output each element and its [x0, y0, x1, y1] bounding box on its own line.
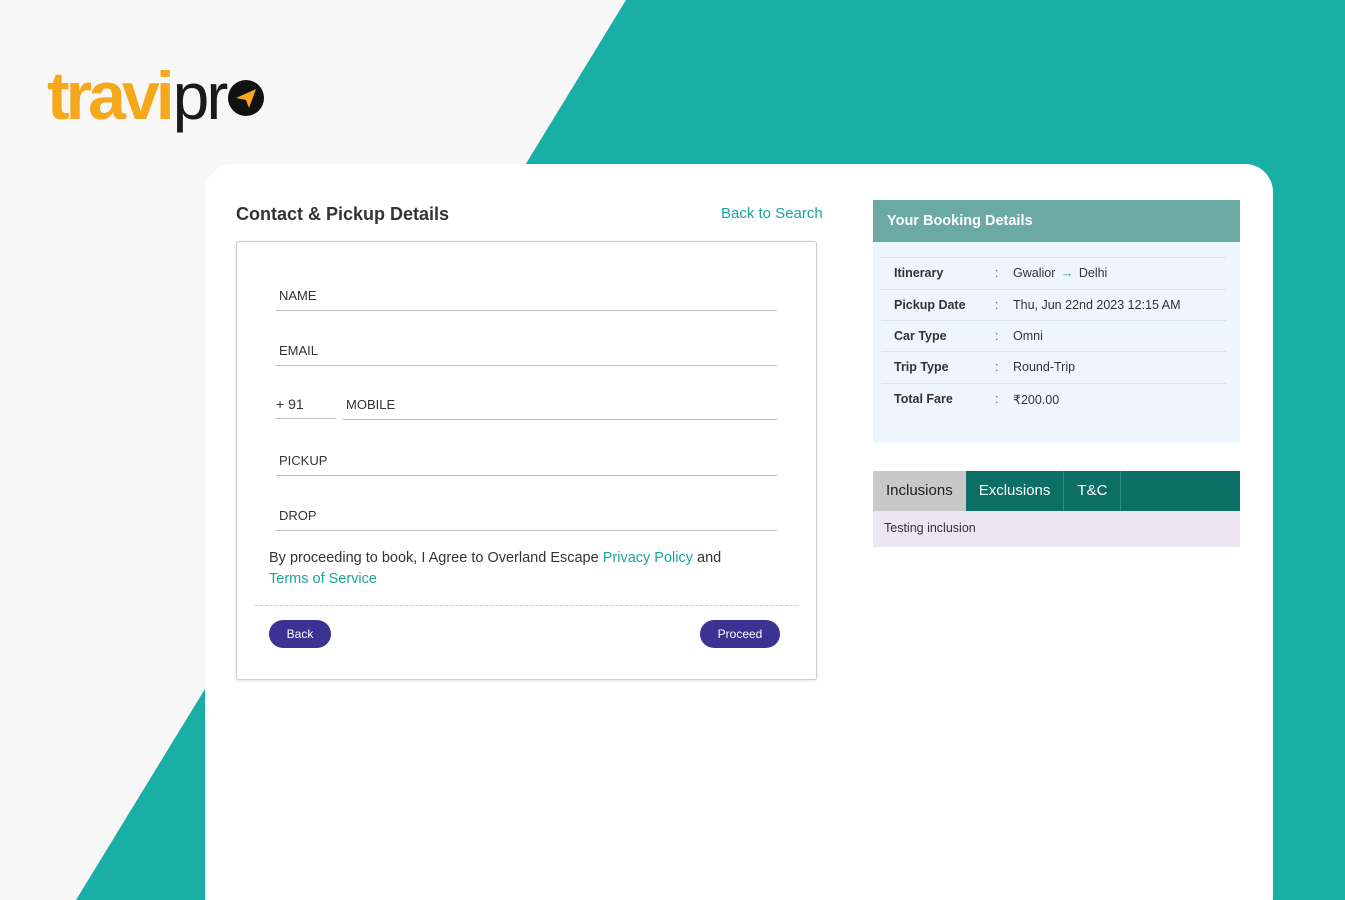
- booking-row-key: Trip Type: [894, 360, 949, 374]
- booking-row-separator: :: [995, 266, 999, 280]
- back-button[interactable]: Back: [269, 620, 331, 648]
- details-tabs: Inclusions Exclusions T&C: [873, 471, 1240, 511]
- agreement-and: and: [697, 550, 722, 566]
- tab-inclusions[interactable]: Inclusions: [873, 471, 966, 511]
- booking-row-value: ₹200.00: [1013, 393, 1060, 407]
- navigation-arrow-icon: [228, 80, 265, 116]
- booking-row-trip-type: Trip Type : Round-Trip: [881, 351, 1226, 383]
- agreement-text: By proceeding to book, I Agree to Overla…: [269, 548, 749, 590]
- travipro-logo: travi pr: [47, 62, 265, 142]
- booking-row-value: Gwalior → Delhi: [1013, 266, 1107, 280]
- booking-details-title: Your Booking Details: [873, 200, 1240, 242]
- booking-row-value: Thu, Jun 22nd 2023 12:15 AM: [1013, 298, 1181, 312]
- itinerary-to: Delhi: [1078, 266, 1108, 280]
- mobile-field: [343, 396, 777, 420]
- booking-row-separator: :: [995, 329, 999, 343]
- booking-row-key: Total Fare: [894, 392, 953, 406]
- contact-form: + 91 By proceeding to book, I Agree to O…: [236, 241, 817, 680]
- booking-row-key: Pickup Date: [894, 298, 966, 312]
- booking-row-total-fare: Total Fare : ₹200.00: [881, 383, 1226, 415]
- proceed-button[interactable]: Proceed: [700, 620, 780, 648]
- form-divider: [255, 605, 798, 606]
- logo-text-travi: travi: [47, 58, 175, 134]
- email-input[interactable]: [276, 342, 777, 365]
- booking-row-separator: :: [995, 392, 999, 406]
- country-code-value: + 91: [276, 396, 304, 412]
- arrow-right-icon: →: [1060, 266, 1074, 280]
- booking-row-separator: :: [995, 298, 999, 312]
- pickup-field: [276, 452, 777, 476]
- country-code-field[interactable]: + 91: [276, 395, 336, 419]
- email-field: [276, 342, 777, 366]
- contact-section-title: Contact & Pickup Details: [236, 204, 450, 224]
- name-input[interactable]: [276, 287, 777, 310]
- booking-row-car-type: Car Type : Omni: [881, 320, 1226, 352]
- booking-row-key: Itinerary: [894, 266, 944, 280]
- logo-text-pro: pr: [172, 59, 229, 133]
- mobile-input[interactable]: [343, 396, 777, 419]
- booking-row-separator: :: [995, 360, 999, 374]
- pickup-input[interactable]: [276, 452, 777, 475]
- booking-row-itinerary: Itinerary : Gwalior → Delhi: [881, 257, 1226, 289]
- booking-details-panel: Your Booking Details Itinerary : Gwalior…: [873, 200, 1240, 443]
- drop-input[interactable]: [276, 507, 777, 530]
- tab-content: Testing inclusion: [873, 511, 1240, 547]
- booking-row-value: Omni: [1013, 329, 1043, 343]
- tab-exclusions[interactable]: Exclusions: [966, 471, 1065, 511]
- privacy-policy-link[interactable]: Privacy Policy: [603, 550, 693, 566]
- booking-row-pickup-date: Pickup Date : Thu, Jun 22nd 2023 12:15 A…: [881, 289, 1226, 321]
- itinerary-from: Gwalior: [1013, 266, 1056, 280]
- terms-of-service-link[interactable]: Terms of Service: [269, 571, 377, 587]
- back-to-search-link[interactable]: Back to Search: [721, 205, 823, 222]
- booking-row-key: Car Type: [894, 329, 947, 343]
- agreement-prefix: By proceeding to book, I Agree to Overla…: [269, 550, 599, 566]
- name-field: [276, 287, 777, 311]
- drop-field: [276, 507, 777, 531]
- tab-terms[interactable]: T&C: [1064, 471, 1122, 511]
- booking-row-value: Round-Trip: [1013, 360, 1076, 374]
